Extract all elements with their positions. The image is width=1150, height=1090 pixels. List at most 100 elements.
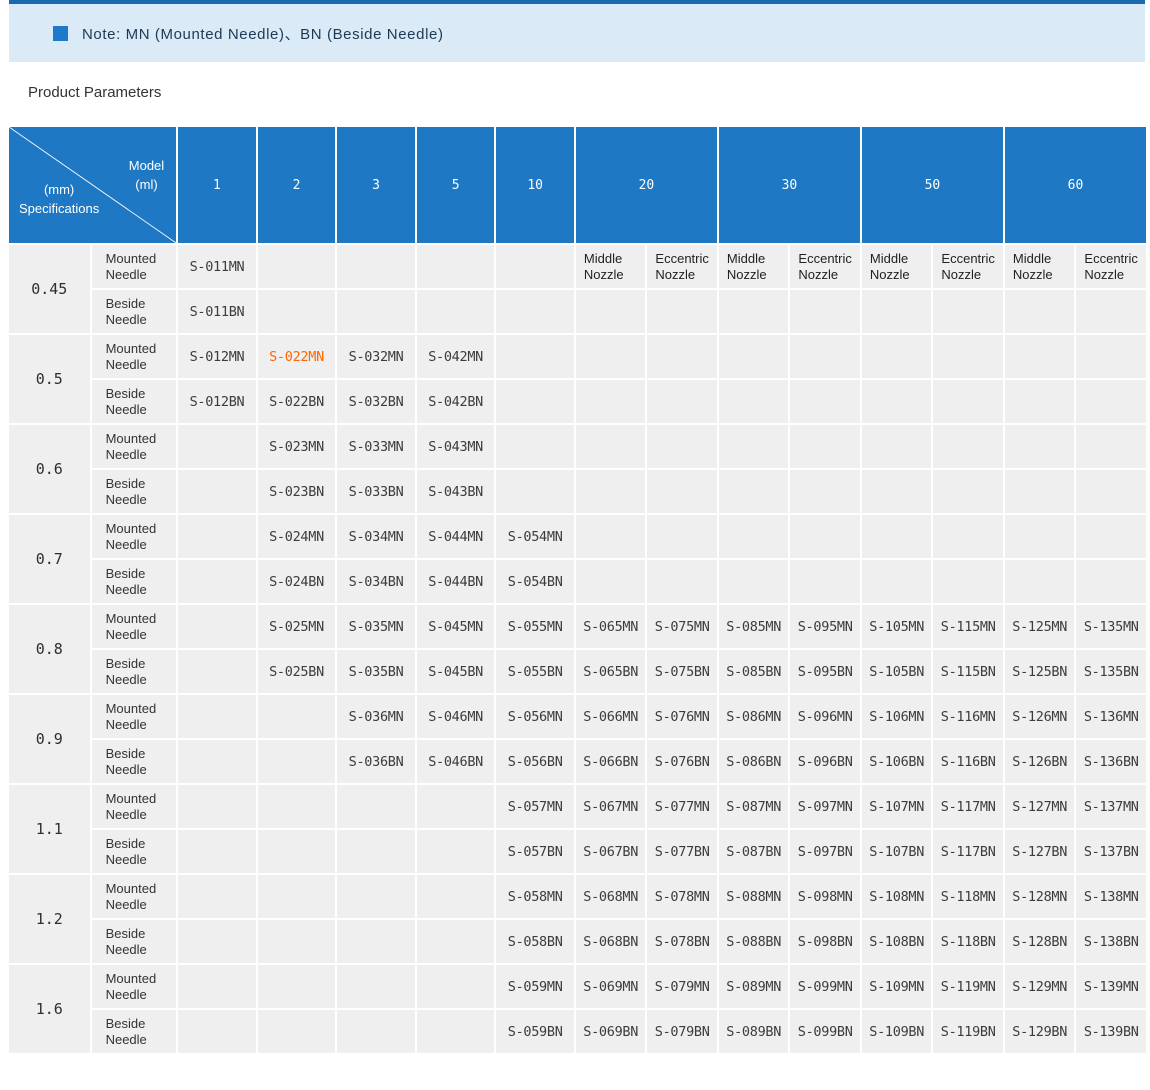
table-row-beside-0.5: Beside NeedleS-012BNS-022BNS-032BNS-042B…	[9, 380, 1146, 423]
model-code-cell-S-077MN: S-077MN	[647, 785, 717, 828]
model-code-cell-S-034MN: S-034MN	[337, 515, 415, 558]
empty-cell	[576, 560, 646, 603]
empty-cell	[337, 785, 415, 828]
corner-model-label: Model (ml)	[129, 157, 164, 195]
model-code-cell-S-032BN: S-032BN	[337, 380, 415, 423]
model-code-cell-S-107BN: S-107BN	[862, 830, 932, 873]
model-code-cell-S-055MN: S-055MN	[496, 605, 574, 648]
table-row-mounted-0.8: 0.8Mounted NeedleS-025MNS-035MNS-045MNS-…	[9, 605, 1146, 648]
table-row-mounted-1.6: 1.6Mounted NeedleS-059MNS-069MNS-079MNS-…	[9, 965, 1146, 1008]
empty-cell	[719, 335, 789, 378]
empty-cell	[933, 425, 1003, 468]
spec-cell-1.2: 1.2	[9, 875, 90, 963]
model-code-cell-S-129MN: S-129MN	[1005, 965, 1075, 1008]
empty-cell	[790, 290, 860, 333]
model-code-cell-S-025MN: S-025MN	[258, 605, 336, 648]
spec-cell-0.6: 0.6	[9, 425, 90, 513]
empty-cell	[576, 470, 646, 513]
model-code-cell-S-086BN: S-086BN	[719, 740, 789, 783]
empty-cell	[719, 380, 789, 423]
empty-cell	[933, 335, 1003, 378]
model-code-cell-S-098BN: S-098BN	[790, 920, 860, 963]
empty-cell	[933, 515, 1003, 558]
empty-cell	[1076, 335, 1146, 378]
table-row-mounted-0.6: 0.6Mounted NeedleS-023MNS-033MNS-043MN	[9, 425, 1146, 468]
model-code-cell-S-136MN: S-136MN	[1076, 695, 1146, 738]
empty-cell	[576, 425, 646, 468]
model-code-cell-S-059BN: S-059BN	[496, 1010, 574, 1053]
model-code-cell-S-076MN: S-076MN	[647, 695, 717, 738]
model-code-cell-S-075MN: S-075MN	[647, 605, 717, 648]
model-code-cell-S-098MN: S-098MN	[790, 875, 860, 918]
empty-cell	[647, 515, 717, 558]
model-code-cell-S-136BN: S-136BN	[1076, 740, 1146, 783]
needle-type-cell-mounted: Mounted Needle	[92, 515, 177, 558]
empty-cell	[719, 425, 789, 468]
table-row-beside-0.8: Beside NeedleS-025BNS-035BNS-045BNS-055B…	[9, 650, 1146, 693]
note-text: Note: MN (Mounted Needle)、BN (Beside Nee…	[82, 23, 444, 44]
model-code-cell-S-089MN: S-089MN	[719, 965, 789, 1008]
empty-cell	[258, 785, 336, 828]
empty-cell	[862, 560, 932, 603]
needle-type-cell-beside: Beside Needle	[92, 740, 177, 783]
empty-cell	[576, 335, 646, 378]
model-code-cell-S-058MN: S-058MN	[496, 875, 574, 918]
empty-cell	[178, 740, 256, 783]
model-column-header-5ml: 5	[417, 127, 495, 243]
model-code-cell-S-089BN: S-089BN	[719, 1010, 789, 1053]
model-code-cell-S-109MN: S-109MN	[862, 965, 932, 1008]
model-code-cell-S-096MN: S-096MN	[790, 695, 860, 738]
model-code-cell-S-046BN: S-046BN	[417, 740, 495, 783]
empty-cell	[178, 425, 256, 468]
empty-cell	[496, 290, 574, 333]
model-code-cell-S-045BN: S-045BN	[417, 650, 495, 693]
empty-cell	[337, 830, 415, 873]
model-code-cell-S-022MN[interactable]: S-022MN	[258, 335, 336, 378]
empty-cell	[933, 560, 1003, 603]
model-code-cell-S-099MN: S-099MN	[790, 965, 860, 1008]
model-code-cell-S-011BN: S-011BN	[178, 290, 256, 333]
model-code-cell-S-024BN: S-024BN	[258, 560, 336, 603]
empty-cell	[496, 425, 574, 468]
empty-cell	[862, 470, 932, 513]
empty-cell	[1005, 290, 1075, 333]
model-code-cell-S-057BN: S-057BN	[496, 830, 574, 873]
needle-type-cell-beside: Beside Needle	[92, 290, 177, 333]
empty-cell	[178, 470, 256, 513]
model-code-cell-S-012MN: S-012MN	[178, 335, 256, 378]
model-code-cell-S-117MN: S-117MN	[933, 785, 1003, 828]
model-code-cell-S-118MN: S-118MN	[933, 875, 1003, 918]
table-row-beside-0.45: Beside NeedleS-011BN	[9, 290, 1146, 333]
model-code-cell-S-085MN: S-085MN	[719, 605, 789, 648]
empty-cell	[417, 830, 495, 873]
nozzle-type-header-cell: Middle Nozzle	[1005, 245, 1075, 288]
corner-model-unit: (ml)	[129, 176, 164, 195]
empty-cell	[258, 290, 336, 333]
empty-cell	[496, 335, 574, 378]
empty-cell	[337, 920, 415, 963]
nozzle-type-header-cell: Middle Nozzle	[719, 245, 789, 288]
needle-type-cell-beside: Beside Needle	[92, 470, 177, 513]
model-column-header-20ml: 20	[576, 127, 717, 243]
model-code-cell-S-043MN: S-043MN	[417, 425, 495, 468]
empty-cell	[417, 785, 495, 828]
model-code-cell-S-116MN: S-116MN	[933, 695, 1003, 738]
model-code-cell-S-127MN: S-127MN	[1005, 785, 1075, 828]
needle-type-cell-mounted: Mounted Needle	[92, 875, 177, 918]
model-code-cell-S-105MN: S-105MN	[862, 605, 932, 648]
empty-cell	[178, 605, 256, 648]
model-column-header-10ml: 10	[496, 127, 574, 243]
empty-cell	[417, 1010, 495, 1053]
needle-type-cell-beside: Beside Needle	[92, 650, 177, 693]
empty-cell	[496, 470, 574, 513]
empty-cell	[258, 740, 336, 783]
table-row-mounted-0.5: 0.5Mounted NeedleS-012MNS-022MNS-032MNS-…	[9, 335, 1146, 378]
model-code-cell-S-139BN: S-139BN	[1076, 1010, 1146, 1053]
model-code-cell-S-085BN: S-085BN	[719, 650, 789, 693]
empty-cell	[719, 515, 789, 558]
empty-cell	[1005, 470, 1075, 513]
corner-spec-label: (mm) Specifications	[19, 181, 99, 219]
model-code-cell-S-128MN: S-128MN	[1005, 875, 1075, 918]
empty-cell	[258, 965, 336, 1008]
empty-cell	[647, 290, 717, 333]
